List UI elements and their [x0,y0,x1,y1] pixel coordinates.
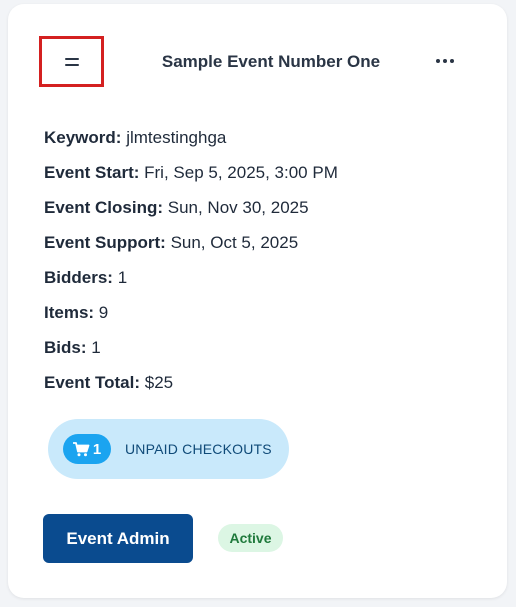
event-admin-button[interactable]: Event Admin [43,514,193,563]
unpaid-checkouts-button[interactable]: 1 UNPAID CHECKOUTS [48,419,289,479]
detail-event-total: Event Total: $25 [44,371,484,406]
detail-bids: Bids: 1 [44,336,484,371]
more-options-button[interactable] [430,49,460,73]
event-card: Sample Event Number One Keyword: jlmtest… [8,4,507,598]
detail-value: Fri, Sep 5, 2025, 3:00 PM [144,163,338,182]
checkout-label: UNPAID CHECKOUTS [125,441,272,457]
detail-items: Items: 9 [44,301,484,336]
drag-handle[interactable] [39,36,104,87]
detail-value: 9 [98,303,109,322]
detail-label: Items: [44,303,99,322]
checkout-count-badge: 1 [63,434,111,464]
detail-label: Event Start: [44,163,145,182]
drag-handle-icon [64,57,79,66]
cart-icon [72,441,90,456]
detail-bidders: Bidders: 1 [44,266,484,301]
detail-label: Event Total: [44,373,145,392]
detail-value: jlmtestinghga [126,128,227,147]
status-badge: Active [218,524,283,552]
detail-label: Bidders: [44,268,118,287]
event-details: Keyword: jlmtestinghga Event Start: Fri,… [44,126,484,406]
detail-label: Event Support: [44,233,171,252]
more-horizontal-icon [436,59,440,63]
detail-keyword: Keyword: jlmtestinghga [44,126,484,161]
event-title: Sample Event Number One [161,52,381,71]
detail-event-start: Event Start: Fri, Sep 5, 2025, 3:00 PM [44,161,484,196]
detail-value: $25 [144,373,174,392]
detail-value: Sun, Oct 5, 2025 [170,233,299,252]
checkout-count: 1 [92,440,102,458]
detail-value: 1 [117,268,128,287]
detail-label: Keyword: [44,128,127,147]
detail-label: Bids: [44,338,92,357]
detail-label: Event Closing: [44,198,168,217]
detail-event-support: Event Support: Sun, Oct 5, 2025 [44,231,484,266]
detail-value: Sun, Nov 30, 2025 [167,198,309,217]
detail-event-closing: Event Closing: Sun, Nov 30, 2025 [44,196,484,231]
detail-value: 1 [91,338,101,357]
